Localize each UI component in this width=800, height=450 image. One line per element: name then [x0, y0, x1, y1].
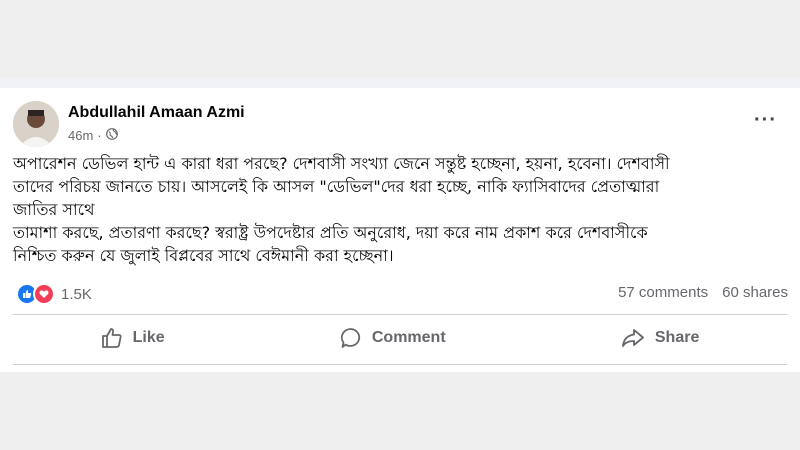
share-icon — [621, 327, 645, 349]
share-button[interactable]: Share — [609, 321, 711, 355]
comment-button[interactable]: Comment — [328, 321, 458, 355]
post-text: অপারেশন ডেভিল হান্ট এ কারা ধরা পরছে? দেশ… — [13, 152, 783, 267]
comments-count[interactable]: 57 comments — [618, 284, 708, 301]
post-text-line: নিশ্চিত করুন যে জুলাই বিপ্লবের সাথে বেঈম… — [13, 246, 394, 265]
avatar[interactable] — [13, 101, 59, 147]
author-name[interactable]: Abdullahil Amaan Azmi — [68, 104, 245, 122]
top-background — [0, 0, 800, 78]
shares-count[interactable]: 60 shares — [722, 284, 788, 301]
bottom-background — [0, 372, 800, 450]
comment-label: Comment — [371, 329, 446, 346]
more-options-icon[interactable]: ··· — [754, 110, 777, 130]
like-button[interactable]: Like — [89, 321, 177, 355]
reactions-count: 1.5K — [61, 285, 92, 303]
post-meta: 46m · — [68, 128, 118, 143]
post-stats: 57 comments 60 shares — [618, 284, 788, 301]
post-text-line: অপারেশন ডেভিল হান্ট এ কারা ধরা পরছে? দেশ… — [13, 154, 670, 173]
post-text-line: তামাশা করছে, প্রতারণা করছে? স্বরাষ্ট্র উ… — [13, 223, 648, 242]
divider — [13, 364, 787, 365]
divider — [13, 314, 787, 315]
post-card: Abdullahil Amaan Azmi 46m · ··· অপারেশন … — [0, 88, 800, 372]
globe-icon — [105, 128, 118, 143]
post-text-line: তাদের পরিচয় জানতে চায়। আসলেই কি আসল "ড… — [13, 177, 660, 196]
post-time[interactable]: 46m — [68, 128, 93, 143]
post-text-line: জাতির সাথে — [13, 200, 95, 219]
meta-separator: · — [97, 128, 102, 143]
thumbs-up-icon — [101, 327, 123, 349]
reactions-summary[interactable]: 1.5K — [16, 283, 92, 305]
like-label: Like — [132, 329, 165, 346]
comment-icon — [340, 327, 362, 349]
share-label: Share — [654, 329, 700, 346]
post-actions: Like Comment Share — [13, 320, 787, 356]
love-reaction-icon — [33, 283, 55, 305]
